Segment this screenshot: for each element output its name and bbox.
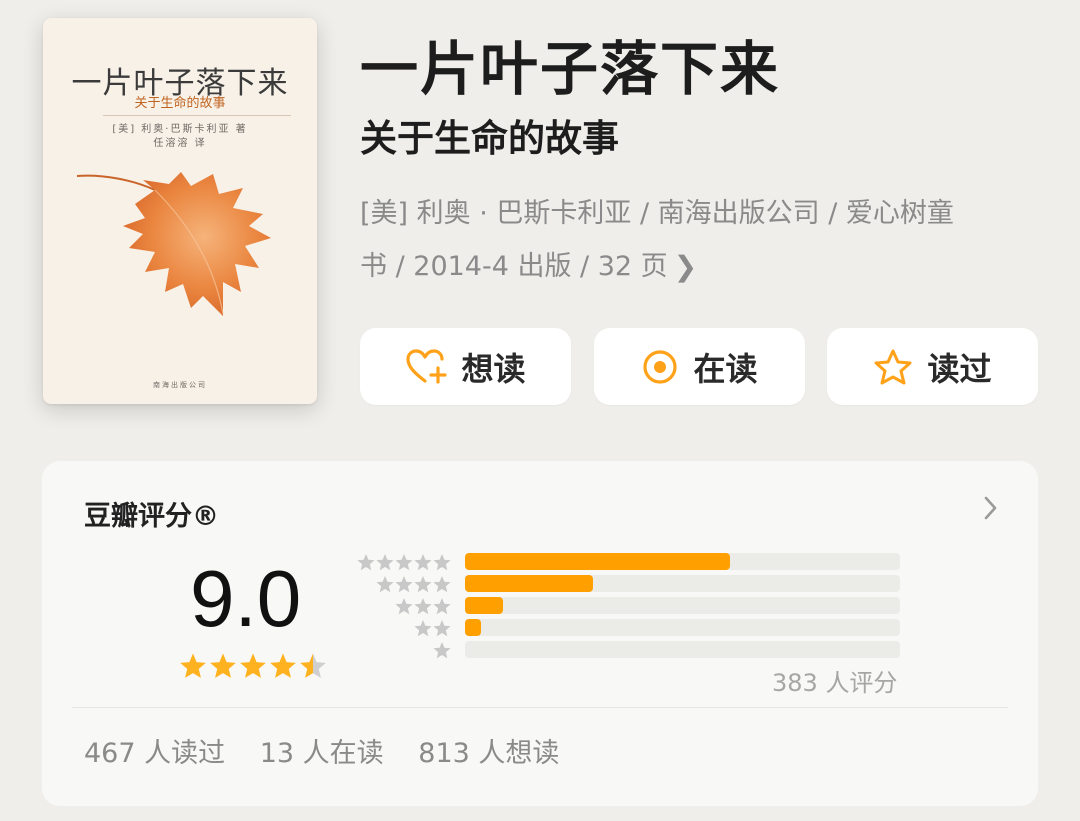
rating-bar-1 [465,641,900,658]
distribution-star-label-5 [357,554,451,571]
distribution-star [414,576,432,593]
score-star [210,653,236,678]
book-cover[interactable]: 一片叶子落下来 关于生命的故事 [美] 利奥·巴斯卡利亚 著 任溶溶 译 南海出… [43,18,317,404]
rating-bar-4 [465,575,900,592]
score-star [240,653,266,678]
stat-read[interactable]: 467 人读过 [84,738,225,769]
distribution-star [376,576,394,593]
cover-divider [103,115,291,116]
reader-stats: 467 人读过 13 人在读 813 人想读 [84,731,585,770]
score-star [300,653,326,678]
have-read-label: 读过 [927,349,992,388]
distribution-star [433,642,451,659]
card-divider [72,707,1008,708]
rating-bar-5 [465,553,900,570]
rating-title: 豆瓣评分® [84,501,219,532]
rating-bar-fill [465,597,503,614]
cover-publisher: 南海出版公司 [153,381,207,389]
distribution-star-label-1 [433,642,451,659]
distribution-star-labels [357,554,451,659]
heart-plus-icon [406,348,448,384]
distribution-star [433,554,451,571]
distribution-star [395,554,413,571]
book-meta[interactable]: [美] 利奥 · 巴斯卡利亚 / 南海出版公司 / 爱心树童 书 / 2014-… [360,188,1040,293]
distribution-star [414,620,432,637]
distribution-star [433,576,451,593]
distribution-star [414,554,432,571]
distribution-star-label-4 [376,576,451,593]
book-meta-line2: 书 / 2014-4 出版 / 32 页 [360,251,668,282]
distribution-star [395,576,413,593]
distribution-star [433,620,451,637]
score-star [270,653,296,678]
stat-want[interactable]: 813 人想读 [418,738,559,769]
reading-label: 在读 [693,349,758,388]
rating-bar-fill [465,619,482,636]
target-circle-icon [643,349,678,384]
rating-bar-2 [465,619,900,636]
cover-translator: 任溶溶 译 [153,138,207,149]
distribution-star [357,554,375,571]
distribution-star-label-3 [395,598,451,615]
score-star [180,653,206,678]
chevron-right-icon[interactable] [982,493,1000,523]
rating-bar-3 [465,597,900,614]
cover-author: [美] 利奥·巴斯卡利亚 著 [112,124,248,135]
maple-leaf-illustration [76,172,271,316]
book-meta-line1: [美] 利奥 · 巴斯卡利亚 / 南海出版公司 / 爱心树童 [360,198,954,229]
star-outline-icon [874,349,912,384]
distribution-star [395,598,413,615]
chevron-right-icon: ❯ [673,250,698,283]
want-to-read-button[interactable]: 想读 [360,328,571,405]
rating-count: 383 人评分 [772,669,898,697]
cover-subtitle: 关于生命的故事 [134,96,226,111]
stat-reading[interactable]: 13 人在读 [260,738,384,769]
rating-distribution [465,553,900,663]
score-stars [180,653,326,678]
book-title: 一片叶子落下来 [360,35,781,103]
reading-button[interactable]: 在读 [594,328,805,405]
want-to-read-label: 想读 [461,349,526,388]
distribution-star [414,598,432,615]
have-read-button[interactable]: 读过 [827,328,1038,405]
rating-card: 豆瓣评分® 9.0 383 人评分 467 人读过 13 人在读 813 人想读 [42,461,1038,806]
distribution-star-label-2 [414,620,451,637]
rating-bar-fill [465,575,594,592]
distribution-star [433,598,451,615]
rating-bar-fill [465,553,731,570]
rating-score: 9.0 [190,554,302,643]
distribution-star [376,554,394,571]
book-subtitle: 关于生命的故事 [360,117,619,160]
